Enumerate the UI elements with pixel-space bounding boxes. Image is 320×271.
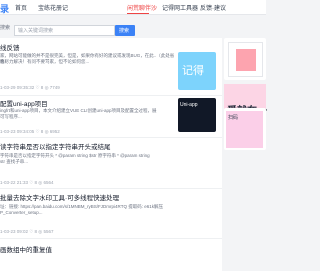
post-title[interactable]: 批量去除文字水印工具·可多线程快速处理: [0, 192, 180, 202]
search-button[interactable]: 搜索: [115, 25, 135, 36]
top-navigation: 录 首页 宝练花册记 闲荒聊伴沙 记得网工具器 反馈·建议: [0, 0, 266, 15]
search-label: 搜索: [0, 25, 11, 31]
search-placeholder: 输入关键词搜索: [18, 28, 54, 34]
post-summary: 会尽力解决！有问不要骂家，但不论如何您...: [0, 59, 90, 64]
divider: [0, 95, 222, 96]
sidebar: 爱就在一 扫码: [224, 38, 267, 271]
pay-card: 扫码: [224, 108, 266, 150]
pay-label: 扫码: [228, 115, 239, 121]
search-button-label: 搜索: [119, 28, 130, 34]
post-title[interactable]: 线反馈: [0, 42, 180, 52]
qr-code: [228, 42, 263, 77]
post-title[interactable]: 读字符串是否以指定字符串开头或结尾: [0, 141, 180, 151]
site-logo[interactable]: 录: [0, 2, 9, 15]
nav-feedback[interactable]: 反馈·建议: [200, 3, 226, 12]
nav-tools[interactable]: 记得网工具器: [162, 3, 198, 12]
divider: [0, 137, 222, 138]
nav-notes[interactable]: 宝练花册记: [38, 3, 68, 12]
post-meta: 1-03-23 09:02 ♡ 8 ◎ 5567: [0, 229, 54, 234]
thumbnail-text: Uni-app: [180, 102, 198, 108]
post-meta: 1-03-23 09:34:05 ♡ 8 ◎ 6952: [0, 129, 60, 134]
qr-image: [236, 49, 256, 71]
post-list: 线反馈 家，网站可能做的并不是很完美，但是，如果你有好的建议或发现BUG，在此.…: [0, 38, 222, 271]
nav-active-indicator: [127, 13, 149, 14]
post-title[interactable]: 画数组中的重复值: [0, 244, 180, 254]
thumbnail-text: 记得: [182, 65, 204, 77]
post-summary: str 查找子串...: [0, 159, 28, 164]
pay-qr: 扫码: [226, 111, 263, 148]
divider: [0, 188, 222, 189]
post-summary: 可写程序...: [0, 114, 22, 119]
divider: [0, 238, 222, 239]
wechat-card: [224, 38, 266, 80]
post-title[interactable]: 配置uni-app项目: [0, 98, 180, 108]
post-thumbnail[interactable]: Uni-app: [178, 98, 216, 132]
post-meta: 1-03-22 21:33 ♡ 8 ◎ 6564: [0, 180, 54, 185]
post-thumbnail[interactable]: 记得: [178, 52, 216, 90]
post-summary: P_Converter_setup...: [0, 210, 43, 215]
nav-home[interactable]: 首页: [15, 3, 27, 12]
post-meta: 1-03-29 09:35:32 ♡ 8 ◎ 7749: [0, 85, 60, 90]
nav-chat[interactable]: 闲荒聊伴沙: [127, 3, 157, 12]
search-input[interactable]: 输入关键词搜索: [14, 25, 115, 36]
